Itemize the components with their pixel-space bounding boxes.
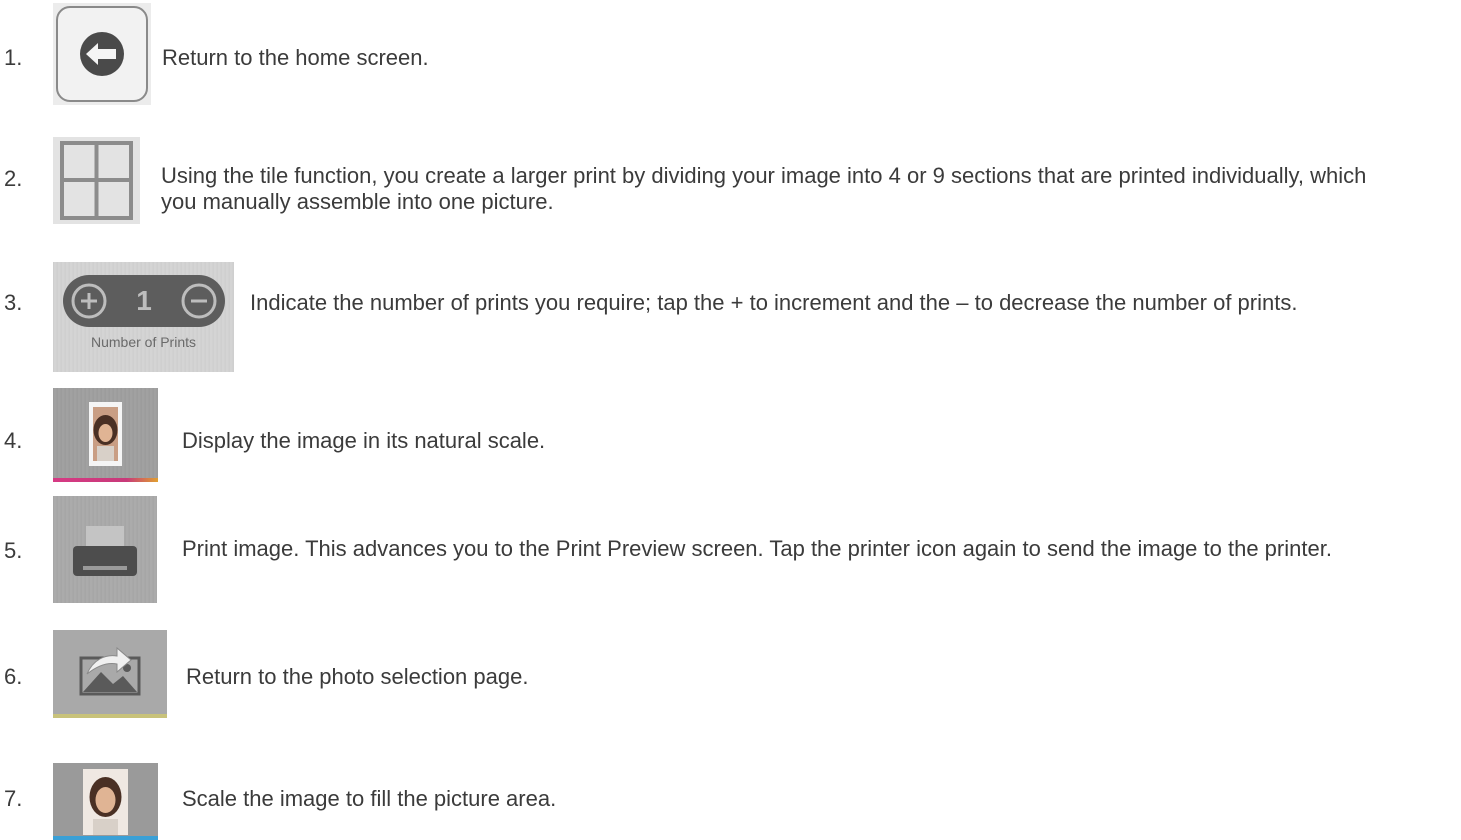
item-number-6: 6. [4, 664, 23, 689]
tile-grid-icon [53, 137, 140, 224]
prints-counter-pill: 1 [63, 275, 225, 327]
item-number-5: 5. [4, 538, 23, 563]
item-text-6: Return to the photo selection page. [186, 664, 529, 689]
item-number-3: 3. [4, 290, 23, 315]
back-arrow-icon [53, 3, 151, 105]
fill-scale-icon [53, 763, 158, 840]
item-text-2: Using the tile function, you create a la… [161, 163, 1367, 214]
item-number-4: 4. [4, 428, 23, 453]
item-text-5: Print image. This advances you to the Pr… [182, 536, 1332, 561]
number-of-prints-icon: 1 Number of Prints [53, 262, 234, 372]
item-text-1: Return to the home screen. [162, 45, 429, 70]
item-number-2: 2. [4, 166, 23, 191]
item-text-4: Display the image in its natural scale. [182, 428, 546, 453]
photo-selection-icon [53, 630, 167, 718]
natural-scale-icon [53, 388, 158, 482]
item-text-3: Indicate the number of prints you requir… [250, 290, 1298, 315]
printer-icon [53, 496, 157, 603]
item-number-1: 1. [4, 45, 23, 70]
prints-counter-caption: Number of Prints [90, 334, 197, 350]
item-text-7: Scale the image to fill the picture area… [182, 786, 557, 811]
item-number-7: 7. [4, 786, 23, 811]
prints-counter-value: 1 [136, 285, 152, 316]
